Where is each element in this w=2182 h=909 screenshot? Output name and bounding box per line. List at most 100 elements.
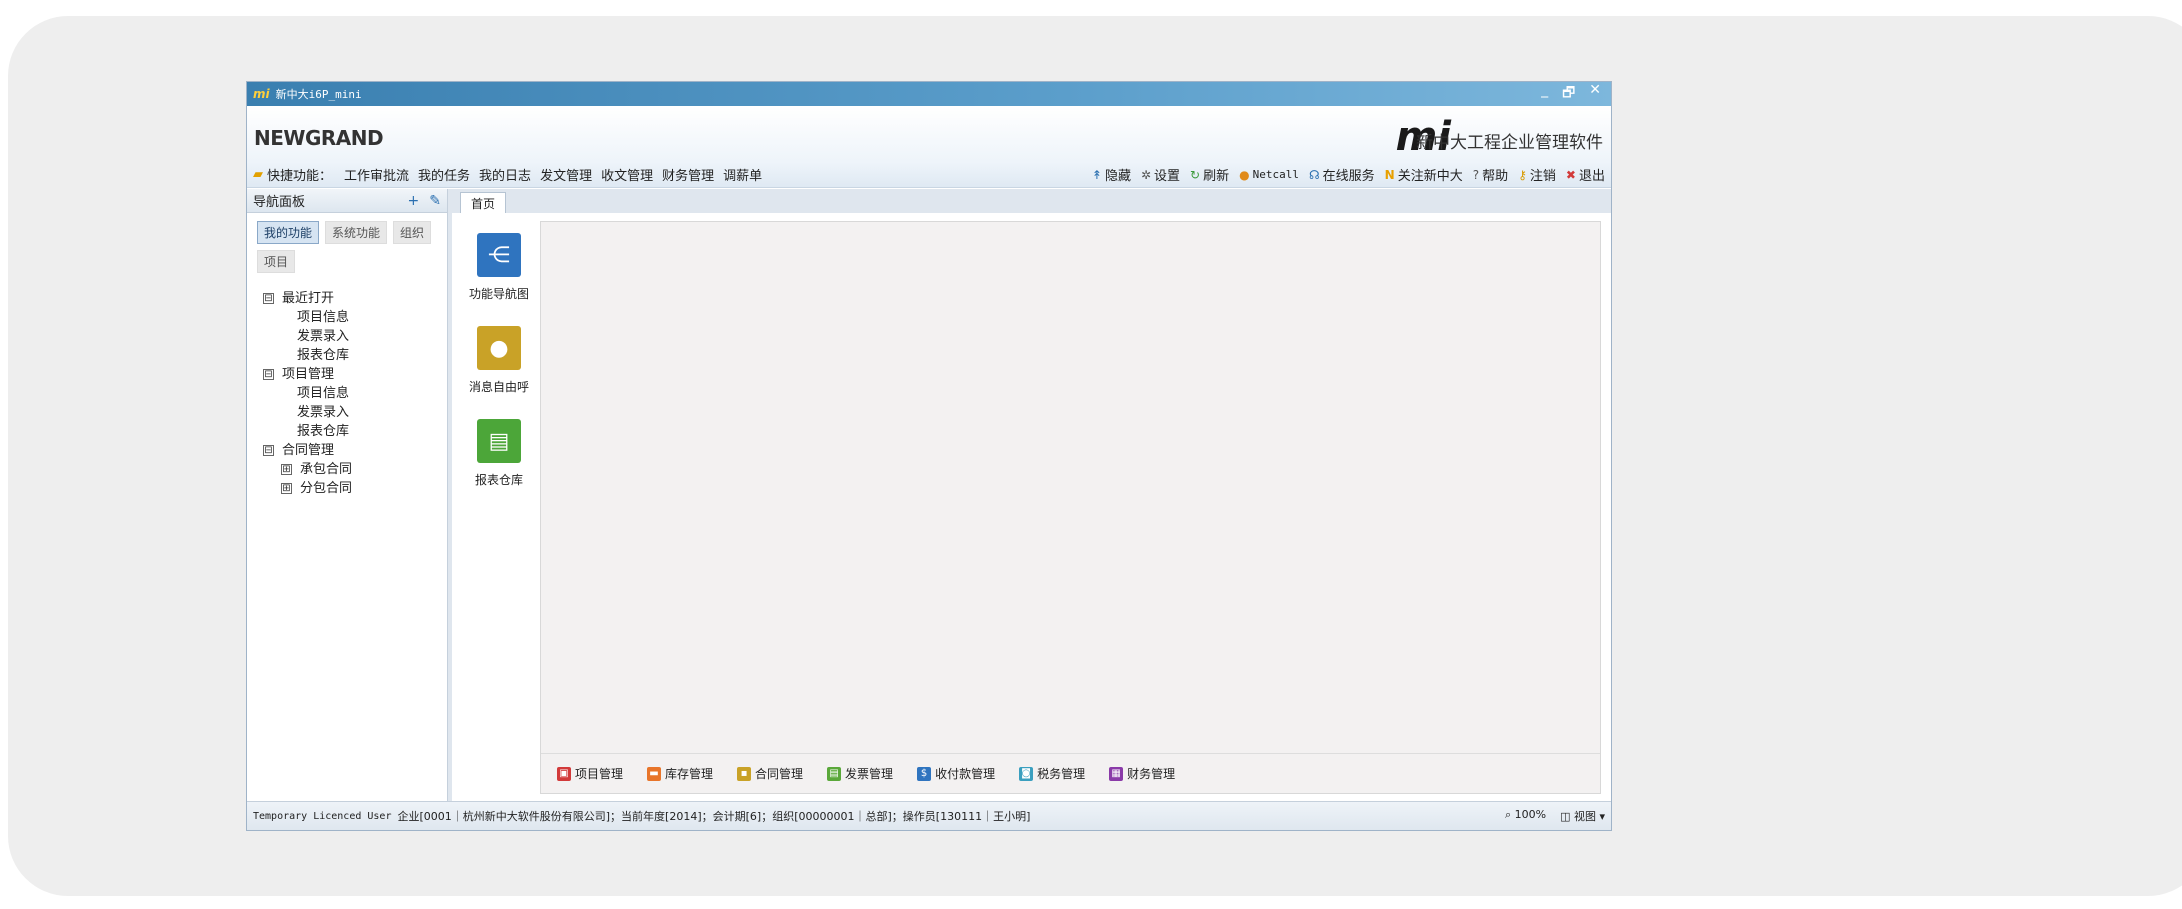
tab-bar: 首页	[452, 189, 1611, 213]
tree-item[interactable]: 发票录入	[263, 327, 447, 346]
close-button[interactable]: ✕	[1589, 82, 1601, 106]
finance-icon: ▦	[1109, 766, 1124, 781]
nav-tabs: 我的功能 系统功能 组织 项目	[247, 213, 447, 273]
expand-icon[interactable]: ⊞	[281, 464, 292, 475]
module-link-finance[interactable]: ▦ 财务管理	[1109, 765, 1175, 782]
quick-link-logs[interactable]: 我的日志	[479, 165, 531, 184]
n-logo-icon: N	[1384, 167, 1395, 182]
online-service-button[interactable]: ☊ 在线服务	[1308, 165, 1375, 185]
refresh-icon: ↻	[1190, 167, 1201, 182]
help-button[interactable]: ? 帮助	[1472, 165, 1508, 185]
tax-icon: ◙	[1019, 766, 1034, 781]
key-icon: ⚷	[1518, 167, 1527, 182]
module-link-tax[interactable]: ◙ 税务管理	[1019, 765, 1085, 782]
nav-header: 导航面板 + ✎	[247, 189, 447, 213]
settings-button[interactable]: ✲ 设置	[1140, 165, 1180, 185]
nav-tab-organization[interactable]: 组织	[393, 221, 432, 244]
tab-home[interactable]: 首页	[460, 192, 507, 213]
module-links: ▣ 项目管理 ▬ 库存管理 ▪ 合同管理 ▤ 发票管理 $ 收付款管理 ◙ 税务管理 ▦ 财务…	[541, 753, 1600, 793]
toolbar: ▰ 快捷功能： 工作审批流 我的任务 我的日志 发文管理 收文管理 财务管理 调…	[247, 162, 1611, 188]
nav-panel: 导航面板 + ✎ 我的功能 系统功能 组织 项目 ⊟ 最近打开 项目信息 发票录入…	[247, 189, 448, 802]
quick-link-send-docs[interactable]: 发文管理	[540, 165, 592, 184]
flowchart-icon: ⋲	[477, 233, 521, 277]
function-nav-map[interactable]: ⋲ 功能导航图	[464, 233, 534, 302]
app-window: mi 新中大i6P_mini _ 🗗 ✕ NEWGRAND mi 新中大工程企业…	[246, 81, 1612, 831]
collapse-icon[interactable]: ⊟	[263, 445, 274, 456]
pin-icon[interactable]: ✎	[429, 193, 441, 209]
title-bar[interactable]: mi 新中大i6P_mini _ 🗗 ✕	[247, 82, 1611, 106]
zoom-control[interactable]: ⌕ 100%	[1505, 808, 1546, 824]
license-text: Temporary Licenced User	[253, 810, 392, 822]
quick-link-tasks[interactable]: 我的任务	[418, 165, 470, 184]
headset-icon: ☊	[1308, 167, 1320, 182]
quick-link-workflow[interactable]: 工作审批流	[344, 165, 409, 184]
netcall-icon: ●	[1239, 167, 1250, 182]
workspace-canvas: ▣ 项目管理 ▬ 库存管理 ▪ 合同管理 ▤ 发票管理 $ 收付款管理 ◙ 税务管理 ▦ 财务…	[540, 221, 1601, 794]
app-logo-small: mi	[253, 87, 270, 101]
collapse-icon[interactable]: ⊟	[263, 369, 274, 380]
exit-icon: ✖	[1565, 167, 1576, 182]
restore-button[interactable]: 🗗	[1562, 82, 1575, 106]
tree-subgroup-contract-main[interactable]: ⊞ 承包合同	[263, 460, 447, 479]
nav-tree: ⊟ 最近打开 项目信息 发票录入 报表仓库 ⊟ 项目管理 项目信息 发票录入 报表仓…	[247, 273, 447, 498]
dollar-icon: $	[917, 766, 932, 781]
main-body: 导航面板 + ✎ 我的功能 系统功能 组织 项目 ⊟ 最近打开 项目信息 发票录入…	[247, 189, 1611, 802]
nav-title: 导航面板	[253, 195, 306, 210]
nav-tab-system-functions[interactable]: 系统功能	[325, 221, 388, 244]
add-icon[interactable]: +	[408, 193, 420, 209]
function-shortcuts: ⋲ 功能导航图 ● 消息自由呼 ▤ 报表仓库	[464, 233, 534, 512]
collapse-icon[interactable]: ⊟	[263, 293, 274, 304]
module-link-payment[interactable]: $ 收付款管理	[917, 765, 995, 782]
hide-icon: ↟	[1091, 167, 1102, 182]
document-icon: ▤	[477, 419, 521, 463]
inventory-icon: ▬	[647, 766, 662, 781]
refresh-button[interactable]: ↻ 刷新	[1190, 165, 1229, 185]
chevron-down-icon: ▾	[1595, 810, 1605, 823]
session-info: 企业[0001｜杭州新中大软件股份有限公司]；当前年度[2014]；会计期[6]…	[397, 810, 1031, 823]
tree-group-project[interactable]: ⊟ 项目管理	[263, 365, 447, 384]
home-panel: ⋲ 功能导航图 ● 消息自由呼 ▤ 报表仓库 ▣ 项目管理 ▬ 库存管理 ▪ 合…	[452, 213, 1611, 802]
invoice-icon: ▤	[827, 766, 842, 781]
tree-item[interactable]: 项目信息	[263, 308, 447, 327]
follow-button[interactable]: N 关注新中大	[1384, 165, 1463, 185]
nav-tab-project[interactable]: 项目	[257, 250, 296, 273]
tree-item[interactable]: 项目信息	[263, 384, 447, 403]
module-link-contract[interactable]: ▪ 合同管理	[737, 765, 803, 782]
tree-item[interactable]: 发票录入	[263, 403, 447, 422]
window-title: 新中大i6P_mini	[275, 88, 362, 101]
gear-icon: ✲	[1140, 167, 1152, 182]
exit-button[interactable]: ✖ 退出	[1565, 165, 1605, 185]
tree-subgroup-contract-sub[interactable]: ⊞ 分包合同	[263, 479, 447, 498]
help-icon: ?	[1472, 167, 1480, 182]
quick-label: 快捷功能：	[267, 169, 333, 184]
project-icon: ▣	[557, 766, 571, 781]
function-report-repo[interactable]: ▤ 报表仓库	[464, 419, 534, 488]
module-link-inventory[interactable]: ▬ 库存管理	[647, 765, 713, 782]
contract-icon: ▪	[737, 766, 752, 781]
quick-link-salary[interactable]: 调薪单	[723, 165, 762, 184]
quick-link-receive-docs[interactable]: 收文管理	[601, 165, 653, 184]
module-link-invoice[interactable]: ▤ 发票管理	[827, 765, 893, 782]
module-link-project[interactable]: ▣ 项目管理	[557, 765, 623, 782]
tree-item[interactable]: 报表仓库	[263, 422, 447, 441]
content-area: 首页 ⋲ 功能导航图 ● 消息自由呼 ▤ 报表仓库 ▣ 项目管理 ▬ 库存管理 …	[452, 189, 1611, 802]
logout-button[interactable]: ⚷ 注销	[1518, 165, 1556, 185]
hide-button[interactable]: ↟ 隐藏	[1091, 165, 1131, 185]
netcall-button[interactable]: ● Netcall	[1239, 168, 1299, 182]
tree-group-contract[interactable]: ⊟ 合同管理	[263, 441, 447, 460]
minimize-button[interactable]: _	[1541, 82, 1548, 106]
slogan: 新中大工程企业管理软件	[1416, 133, 1603, 153]
layout-icon: ◫	[1560, 810, 1574, 823]
folder-icon: ▰	[253, 167, 263, 182]
function-message[interactable]: ● 消息自由呼	[464, 326, 534, 395]
quick-link-finance[interactable]: 财务管理	[662, 165, 714, 184]
magnifier-icon: ⌕	[1504, 808, 1515, 821]
banner: NEWGRAND mi 新中大工程企业管理软件	[247, 106, 1611, 162]
status-bar: Temporary Licenced User 企业[0001｜杭州新中大软件股…	[247, 801, 1611, 830]
view-menu[interactable]: ◫ 视图 ▾	[1560, 808, 1605, 824]
tree-item[interactable]: 报表仓库	[263, 346, 447, 365]
tree-group-recent[interactable]: ⊟ 最近打开	[263, 289, 447, 308]
brand-name: NEWGRAND	[254, 126, 384, 150]
nav-tab-my-functions[interactable]: 我的功能	[257, 221, 320, 244]
expand-icon[interactable]: ⊞	[281, 483, 292, 494]
